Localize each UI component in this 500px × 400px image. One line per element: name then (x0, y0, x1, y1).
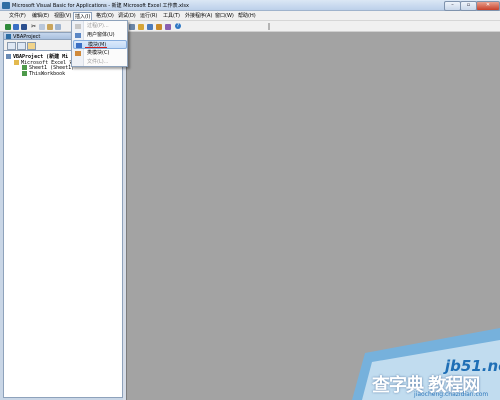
watermark-url: jiaocheng.chazidian.com (414, 391, 489, 398)
watermark-banner (352, 328, 500, 400)
